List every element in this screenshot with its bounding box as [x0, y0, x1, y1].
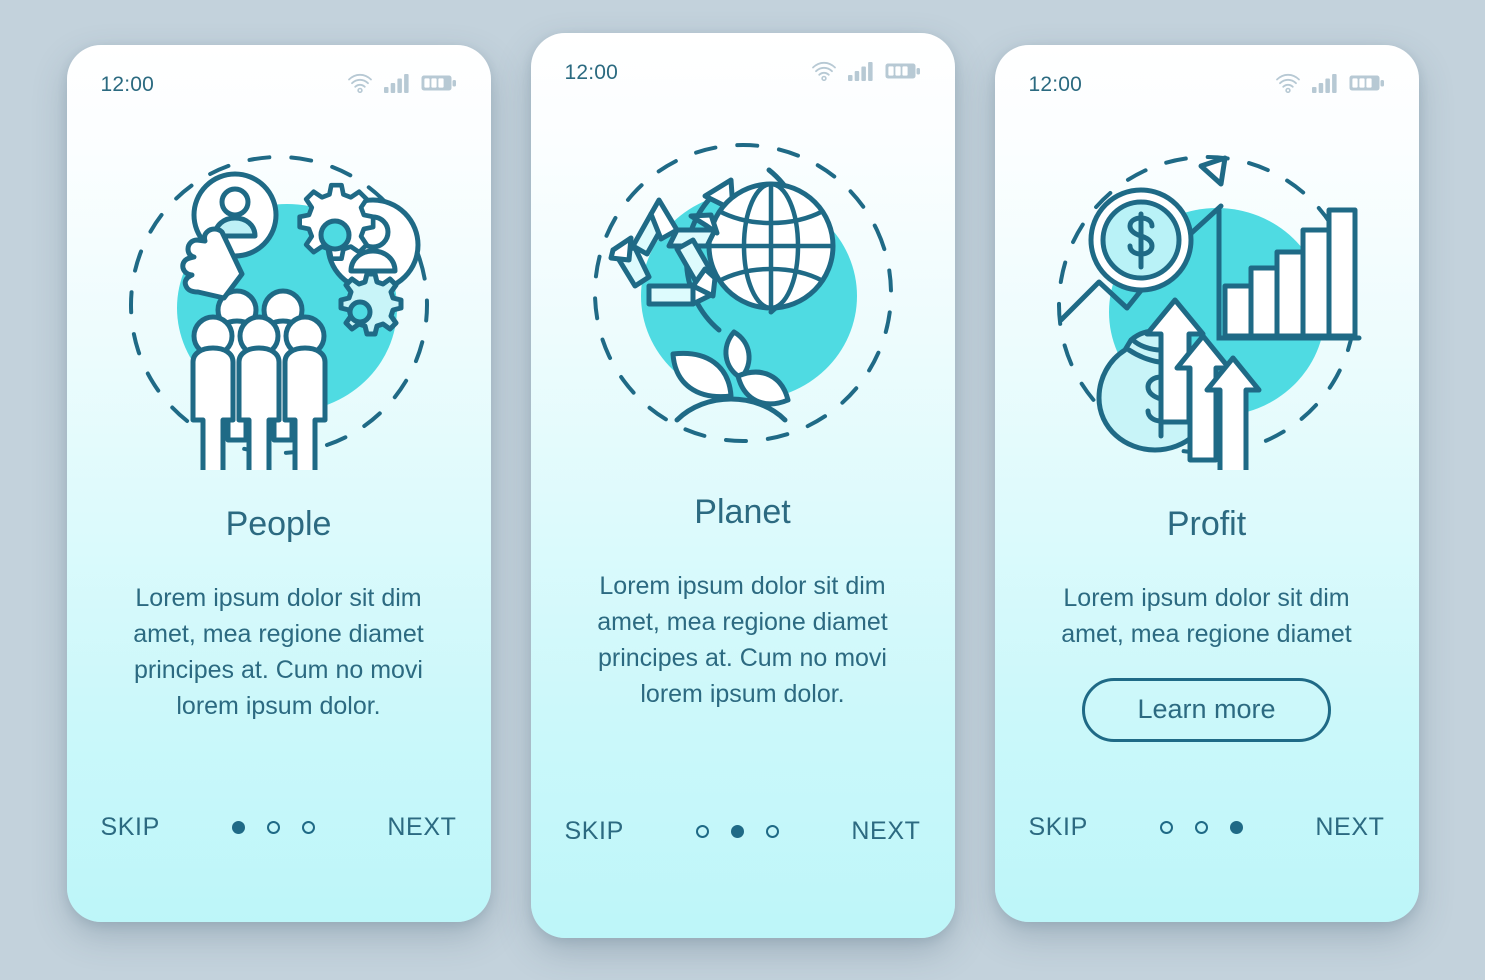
status-clock: 12:00 — [1028, 73, 1083, 96]
gear-icon — [296, 182, 375, 261]
signal-bars-icon — [847, 61, 874, 86]
onboarding-screens-stage: 12:00 People Lorem ipsum dolor sit dim a… — [0, 0, 1485, 980]
page-description: Lorem ipsum dolor sit dim amet, mea regi… — [597, 572, 888, 708]
skip-button[interactable]: SKIP — [101, 813, 160, 842]
onboarding-footer: SKIP NEXT — [995, 813, 1419, 922]
page-description: Lorem ipsum dolor sit dim amet, mea regi… — [1061, 584, 1352, 648]
pagination-dot-1[interactable] — [696, 825, 710, 838]
pagination-dot-3[interactable] — [766, 825, 780, 838]
globe-icon — [706, 181, 835, 311]
battery-icon — [421, 73, 457, 98]
onboarding-screen-planet: 12:00 Planet Lorem ipsum dolor sit dim a… — [530, 33, 955, 938]
signal-bars-icon — [383, 73, 410, 98]
pagination-dot-2[interactable] — [267, 821, 281, 834]
battery-icon — [1349, 73, 1385, 98]
skip-button[interactable]: SKIP — [1029, 813, 1088, 842]
pagination-dot-2[interactable] — [731, 825, 745, 838]
status-icons — [811, 61, 921, 86]
people-teamwork-illustration — [67, 115, 491, 495]
onboarding-footer: SKIP NEXT — [67, 813, 491, 922]
page-description: Lorem ipsum dolor sit dim amet, mea regi… — [133, 584, 424, 720]
status-bar: 12:00 — [67, 45, 491, 111]
profit-growth-illustration — [995, 115, 1419, 495]
pagination-dot-3[interactable] — [302, 821, 316, 834]
status-bar: 12:00 — [995, 45, 1419, 111]
next-button[interactable]: NEXT — [851, 817, 920, 846]
learn-more-button[interactable]: Learn more — [1082, 678, 1331, 742]
pagination-dot-3[interactable] — [1230, 821, 1244, 834]
pagination-dot-1[interactable] — [1160, 821, 1174, 834]
pagination-dots — [1160, 821, 1244, 834]
pagination-dots — [696, 825, 780, 838]
wifi-icon — [347, 73, 373, 98]
page-title: People — [225, 505, 332, 543]
wifi-icon — [1275, 73, 1301, 98]
dollar-coin-magnifier-icon — [1088, 187, 1193, 293]
status-clock: 12:00 — [100, 73, 155, 96]
status-icons — [347, 73, 457, 98]
skip-button[interactable]: SKIP — [565, 817, 624, 846]
onboarding-screen-people: 12:00 People Lorem ipsum dolor sit dim a… — [66, 45, 491, 922]
signal-bars-icon — [1311, 73, 1338, 98]
status-bar: 12:00 — [531, 33, 955, 99]
status-icons — [1275, 73, 1385, 98]
pagination-dots — [232, 821, 316, 834]
page-title: Profit — [1166, 505, 1247, 543]
pagination-dot-1[interactable] — [232, 821, 246, 834]
onboarding-footer: SKIP NEXT — [531, 817, 955, 938]
wifi-icon — [811, 61, 837, 86]
page-title: Planet — [694, 493, 791, 531]
onboarding-screen-profit: 12:00 Profit Lorem ipsum dolor sit dim a… — [994, 45, 1419, 922]
battery-icon — [885, 61, 921, 86]
status-clock: 12:00 — [564, 61, 619, 84]
learn-more-wrapper: Learn more — [995, 678, 1419, 742]
pagination-dot-2[interactable] — [1195, 821, 1209, 834]
small-gear-icon — [338, 271, 403, 337]
planet-sustainability-illustration — [531, 103, 955, 483]
next-button[interactable]: NEXT — [387, 813, 456, 842]
next-button[interactable]: NEXT — [1315, 813, 1384, 842]
